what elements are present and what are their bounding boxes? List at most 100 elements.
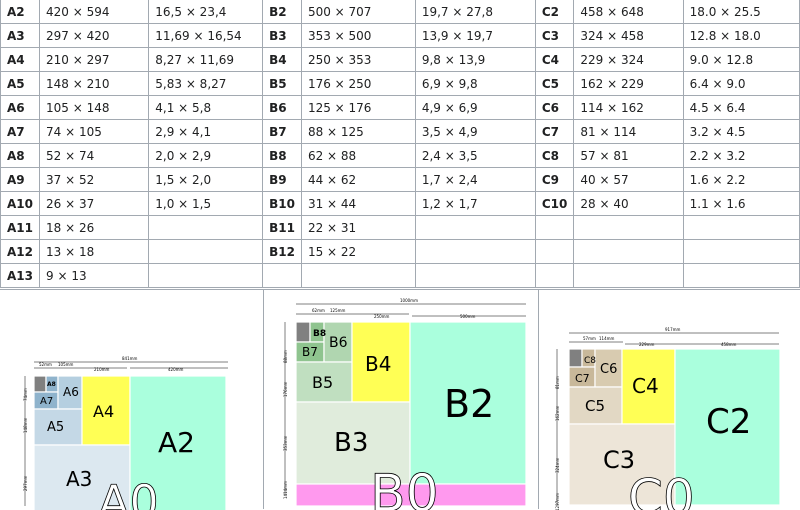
- a-series-diagram: 841mm 52mm 105mm 210mm 420mm 74mm 148mm …: [22, 356, 237, 510]
- size-inches: 3,5 × 4,9: [414, 119, 536, 144]
- size-name: B3: [262, 23, 302, 48]
- size-mm: 420 × 594: [38, 0, 150, 24]
- size-name: A3: [0, 23, 40, 48]
- size-name: A7: [0, 119, 40, 144]
- label-b7: B7: [302, 345, 318, 359]
- size-inches: 4.5 × 6.4: [682, 95, 800, 120]
- label-c2: C2: [706, 402, 751, 442]
- size-name: A6: [0, 95, 40, 120]
- size-inches: 4,9 × 6,9: [414, 95, 536, 120]
- size-inches: 1.6 × 2.2: [682, 167, 800, 192]
- size-name: C10: [534, 191, 575, 216]
- label-c4: C4: [632, 374, 659, 398]
- size-inches: [148, 215, 264, 240]
- size-name: B5: [262, 71, 302, 96]
- dim-v1297: 1297mm: [555, 493, 560, 510]
- size-name: [262, 263, 302, 288]
- table-row: A7 74 × 105 2,9 × 4,1 B7 88 × 125 3,5 × 4,9 C7…: [0, 119, 800, 144]
- table-row: A8 52 × 74 2,0 × 2,9 B8 62 × 88 2,4 × 3,5 C8 57…: [0, 143, 800, 168]
- size-name: B10: [262, 191, 302, 216]
- label-c5: C5: [585, 397, 605, 415]
- size-mm: 31 × 44: [300, 191, 416, 216]
- dim-52: 52mm: [39, 362, 52, 367]
- size-name: C5: [534, 71, 575, 96]
- table-row: A12 13 × 18 B12 15 × 22: [0, 239, 800, 264]
- size-inches: 2.2 × 3.2: [682, 143, 800, 168]
- size-name: C6: [534, 95, 575, 120]
- dim-v162: 162mm: [555, 405, 560, 421]
- table-row: A3 297 × 420 11,69 × 16,54 B3 353 × 500 13,9 …: [0, 23, 800, 48]
- dim-v176: 176mm: [283, 381, 288, 397]
- table-row: A10 26 × 37 1,0 × 1,5 B10 31 × 44 1,2 × 1,7 C1…: [0, 191, 800, 216]
- dim-114: 114mm: [599, 336, 615, 341]
- size-name: [534, 263, 575, 288]
- size-mm: 52 × 74: [38, 143, 150, 168]
- size-mm: 210 × 297: [38, 47, 150, 72]
- size-name: C7: [534, 119, 575, 144]
- c-series-diagram: 917mm 57mm 114mm 229mm 458mm 81mm 162mm …: [553, 325, 788, 510]
- dim-v1414: 1414mm: [283, 481, 288, 499]
- label-c8: C8: [584, 356, 596, 366]
- size-name: B4: [262, 47, 302, 72]
- size-inches: [682, 263, 800, 288]
- table-row: A13 9 × 13: [0, 263, 800, 288]
- size-mm: 22 × 31: [300, 215, 416, 240]
- size-mm: 353 × 500: [300, 23, 416, 48]
- size-mm: 114 × 162: [573, 95, 684, 120]
- size-mm: 74 × 105: [38, 119, 150, 144]
- label-c7: C7: [575, 372, 590, 385]
- size-name: B2: [262, 0, 302, 24]
- size-name: B11: [262, 215, 302, 240]
- size-inches: 13,9 × 19,7: [414, 23, 536, 48]
- label-a4: A4: [93, 402, 114, 421]
- c9-sheet: [568, 348, 583, 368]
- label-b8: B8: [313, 329, 326, 339]
- size-mm: 62 × 88: [300, 143, 416, 168]
- dim-v74: 74mm: [23, 388, 28, 401]
- divider: [263, 289, 264, 509]
- dim-57: 57mm: [583, 336, 596, 341]
- size-name: A13: [0, 263, 40, 288]
- size-mm: [573, 239, 684, 264]
- size-name: C4: [534, 47, 575, 72]
- divider: [538, 289, 539, 509]
- size-mm: 229 × 324: [573, 47, 684, 72]
- b9-sheet: [295, 321, 311, 343]
- size-mm: 88 × 125: [300, 119, 416, 144]
- dim-420: 420mm: [168, 367, 184, 372]
- dim-458: 458mm: [721, 342, 737, 347]
- size-name: B12: [262, 239, 302, 264]
- label-b5: B5: [312, 373, 333, 392]
- label-a0: A0: [98, 475, 159, 510]
- dim-v353: 353mm: [283, 435, 288, 451]
- size-inches: 11,69 × 16,54: [148, 23, 264, 48]
- size-mm: 9 × 13: [38, 263, 150, 288]
- dim-total: 841mm: [122, 356, 138, 361]
- size-mm: 44 × 62: [300, 167, 416, 192]
- size-name: [534, 239, 575, 264]
- size-mm: [300, 263, 416, 288]
- label-a7: A7: [40, 396, 53, 407]
- dim-total: 917mm: [665, 327, 681, 332]
- size-mm: 40 × 57: [573, 167, 684, 192]
- label-a6: A6: [63, 385, 79, 399]
- label-b2: B2: [444, 382, 494, 426]
- size-inches: 2,9 × 4,1: [148, 119, 264, 144]
- dim-62: 62mm: [312, 308, 325, 313]
- size-name: A9: [0, 167, 40, 192]
- table-row: A11 18 × 26 B11 22 × 31: [0, 215, 800, 240]
- size-mm: 18 × 26: [38, 215, 150, 240]
- size-inches: 1,7 × 2,4: [414, 167, 536, 192]
- size-mm: 250 × 353: [300, 47, 416, 72]
- size-inches: 9,8 × 13,9: [414, 47, 536, 72]
- b-series-diagram: 1000mm 62mm 125mm 250mm 500mm 88mm 176mm…: [282, 296, 532, 510]
- size-inches: 1,5 × 2,0: [148, 167, 264, 192]
- size-mm: 15 × 22: [300, 239, 416, 264]
- label-a2: A2: [158, 426, 195, 459]
- size-inches: 12.8 × 18.0: [682, 23, 800, 48]
- size-name: B6: [262, 95, 302, 120]
- dim-v148: 148mm: [23, 417, 28, 433]
- size-mm: 26 × 37: [38, 191, 150, 216]
- a8-sheet: [33, 375, 47, 393]
- size-mm: 458 × 648: [573, 0, 684, 24]
